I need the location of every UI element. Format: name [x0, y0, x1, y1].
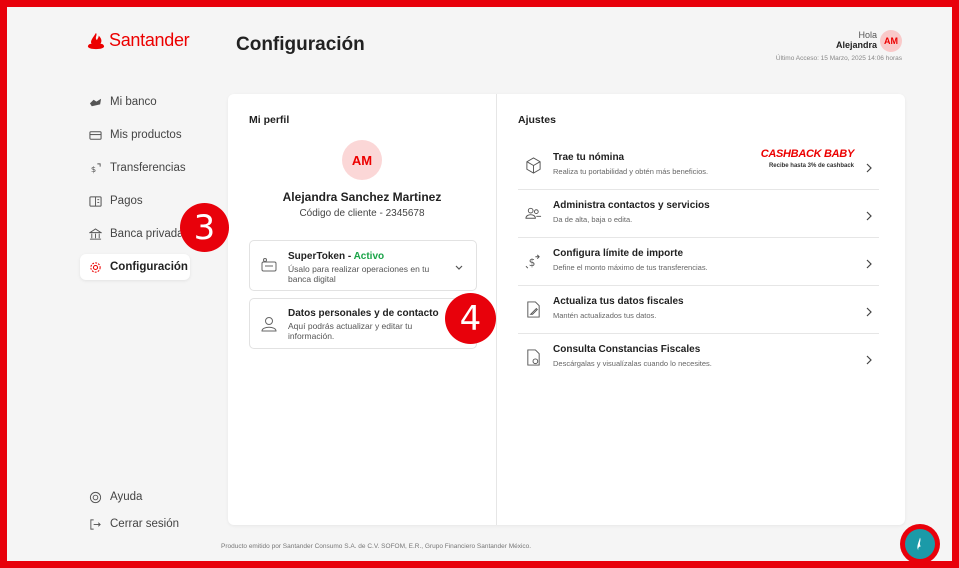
row-description: Da de alta, baja o edita.: [553, 215, 633, 224]
supertoken-title: SuperToken - Activo: [288, 251, 384, 262]
assistant-icon: [905, 529, 935, 559]
sidebar-item-transferencias[interactable]: $ Transferencias: [80, 155, 200, 181]
sidebar-item-mi-banco[interactable]: Mi banco: [80, 89, 200, 115]
chevron-right-icon: [865, 256, 873, 269]
step-badge-4: 4: [445, 293, 496, 344]
row-description: Realiza tu portabilidad y obtén más bene…: [553, 167, 709, 176]
supertoken-card[interactable]: SuperToken - Activo Úsalo para realizar …: [249, 240, 477, 291]
contacts-icon: [525, 205, 542, 222]
profile-section-title: Mi perfil: [249, 114, 290, 126]
sidebar-item-ayuda[interactable]: Ayuda: [80, 484, 200, 510]
sidebar-item-cerrar-sesion[interactable]: Cerrar sesión: [80, 511, 200, 537]
client-code: Código de cliente - 2345678: [299, 208, 425, 219]
chat-assistant-button[interactable]: [900, 524, 940, 561]
sidebar-item-label: Mis productos: [110, 129, 182, 141]
page-title: Configuración: [236, 34, 365, 55]
row-title: Configura límite de importe: [553, 248, 684, 259]
supertoken-description: Úsalo para realizar operaciones en tu ba…: [288, 264, 430, 284]
last-access-text: Último Acceso: 15 Marzo, 2025 14:06 hora…: [775, 55, 902, 62]
app-frame: Santander Configuración Hola Alejandra A…: [7, 7, 952, 561]
user-greeting: Hola Alejandra: [836, 30, 877, 50]
cashback-promo[interactable]: CASHBACK BABY Recibe hasta 3% de cashbac…: [760, 148, 855, 169]
card-icon: [89, 129, 102, 142]
bank-icon: [89, 96, 102, 109]
row-title: Administra contactos y servicios: [553, 200, 710, 211]
santander-logo[interactable]: Santander: [87, 30, 190, 51]
personal-data-card[interactable]: Datos personales y de contacto Aquí podr…: [249, 298, 477, 349]
cashback-subtitle: Recibe hasta 3% de cashback: [768, 163, 854, 169]
row-description: Descárgalas y visualízalas cuando lo nec…: [553, 359, 712, 368]
settings-row-contactos[interactable]: Administra contactos y servicios Da de a…: [518, 190, 879, 238]
row-description: Mantén actualizados tus datos.: [553, 311, 657, 320]
row-title: Trae tu nómina: [553, 152, 625, 163]
limit-icon: $: [525, 253, 542, 270]
row-title: Actualiza tus datos fiscales: [553, 296, 684, 307]
sidebar-item-label: Banca privada: [110, 228, 184, 240]
sidebar-item-label: Ayuda: [110, 491, 143, 503]
user-avatar[interactable]: AM: [880, 30, 902, 52]
logout-icon: [89, 518, 102, 531]
sidebar-item-mis-productos[interactable]: Mis productos: [80, 122, 200, 148]
flame-icon: [87, 32, 105, 49]
token-icon: [260, 257, 278, 275]
sidebar-item-label: Mi banco: [110, 96, 157, 108]
payroll-icon: [525, 157, 542, 174]
fiscal-doc-icon: [525, 349, 542, 366]
chevron-right-icon: [865, 304, 873, 317]
svg-text:$: $: [91, 164, 96, 174]
supertoken-status: Activo: [353, 251, 385, 262]
svg-text:$: $: [529, 257, 536, 269]
fiscal-edit-icon: [525, 301, 542, 318]
gear-icon: [89, 261, 102, 274]
user-first-name: Alejandra: [835, 40, 877, 50]
profile-full-name: Alejandra Sanchez Martinez: [282, 190, 442, 204]
card-divider: [496, 94, 497, 525]
personal-data-description: Aquí podrás actualizar y editar tu infor…: [288, 321, 413, 341]
sidebar-item-label: Configuración: [110, 261, 188, 273]
main-card: Mi perfil AM Alejandra Sanchez Martinez …: [228, 94, 905, 525]
cashback-title: CASHBACK BABY: [760, 148, 855, 160]
payments-icon: [89, 195, 102, 208]
sidebar-item-label: Transferencias: [110, 162, 186, 174]
sidebar-nav: Mi banco Mis productos $ Transferencias …: [80, 89, 200, 287]
transfer-icon: $: [89, 162, 102, 175]
settings-row-limite[interactable]: $ Configura límite de importe Define el …: [518, 238, 879, 286]
sidebar-item-label: Cerrar sesión: [110, 518, 180, 530]
greeting-label: Hola: [858, 30, 877, 40]
settings-section-title: Ajustes: [518, 114, 556, 126]
row-description: Define el monto máximo de tus transferen…: [553, 263, 708, 272]
chevron-right-icon: [865, 160, 873, 173]
row-title: Consulta Constancias Fiscales: [553, 344, 701, 355]
footer-disclaimer: Producto emitido por Santander Consumo S…: [221, 543, 532, 550]
help-icon: [89, 491, 102, 504]
profile-avatar: AM: [342, 140, 382, 180]
chevron-right-icon: [865, 352, 873, 365]
private-bank-icon: [89, 227, 102, 241]
step-badge-3: 3: [180, 203, 229, 252]
chevron-right-icon: [865, 208, 873, 221]
user-icon: [260, 315, 278, 333]
supertoken-label: SuperToken -: [288, 251, 354, 262]
brand-name: Santander: [109, 30, 190, 50]
settings-row-nomina[interactable]: Trae tu nómina Realiza tu portabilidad y…: [518, 142, 879, 190]
settings-row-datos-fiscales[interactable]: Actualiza tus datos fiscales Mantén actu…: [518, 286, 879, 334]
sidebar-item-pagos[interactable]: Pagos: [80, 188, 200, 214]
sidebar-item-label: Pagos: [110, 195, 143, 207]
sidebar-item-configuracion[interactable]: Configuración: [80, 254, 190, 280]
settings-row-constancias[interactable]: Consulta Constancias Fiscales Descárgala…: [518, 334, 879, 382]
chevron-down-icon[interactable]: [454, 260, 464, 270]
sidebar-bottom: Ayuda Cerrar sesión: [80, 484, 200, 538]
personal-data-title: Datos personales y de contacto: [288, 308, 439, 319]
